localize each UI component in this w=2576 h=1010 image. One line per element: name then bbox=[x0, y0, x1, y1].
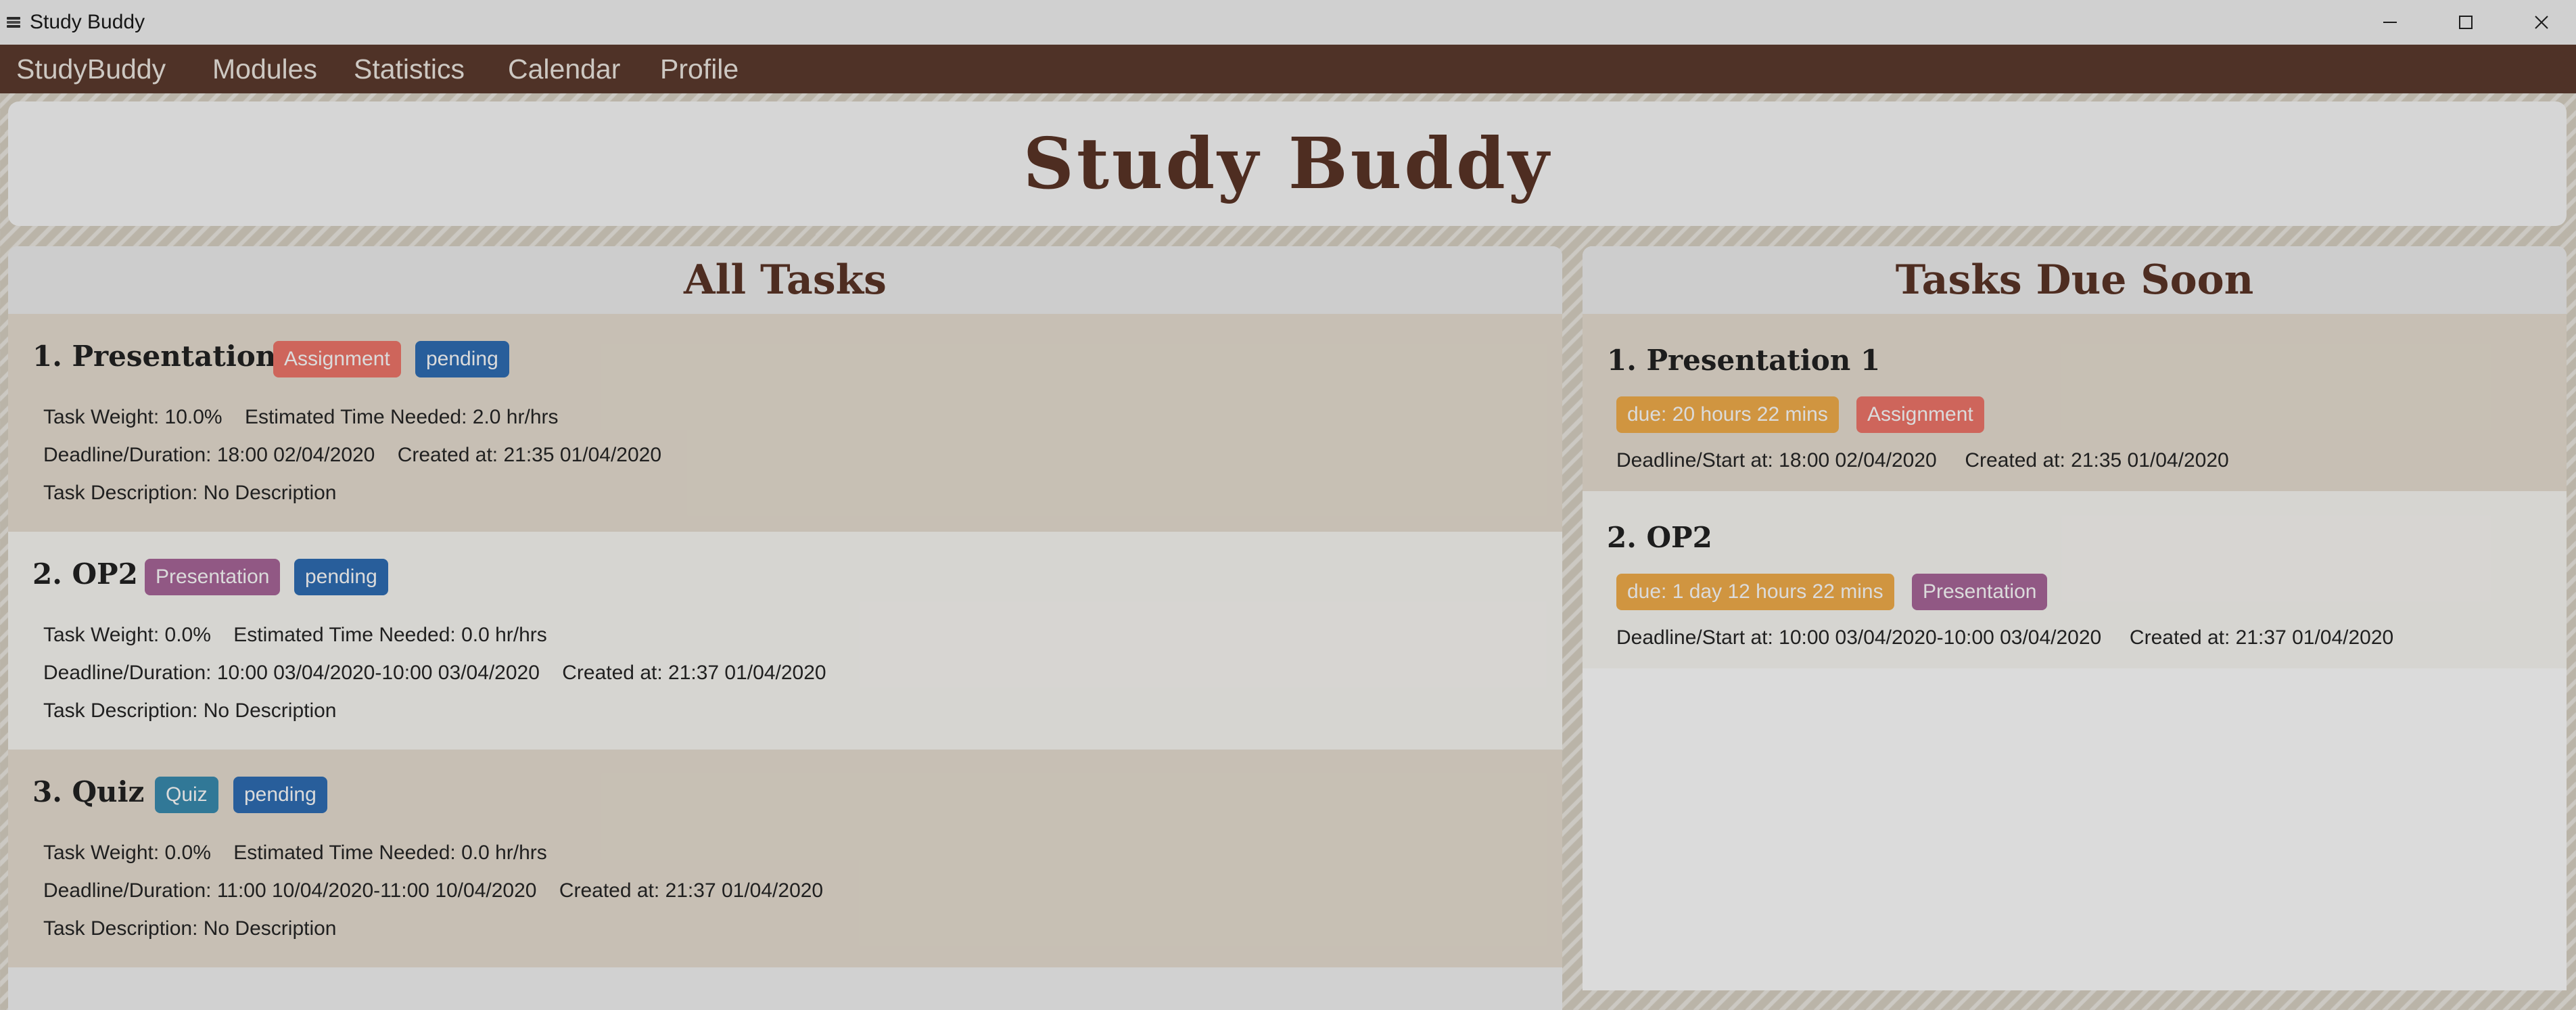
task-deadline-text: Deadline/Duration: 18:00 02/04/2020 bbox=[43, 444, 375, 466]
task-deadline-text: Deadline/Duration: 11:00 10/04/2020-11:0… bbox=[43, 879, 537, 902]
task-status-tag: pending bbox=[294, 559, 388, 595]
task-title: 3. Quiz bbox=[32, 775, 145, 808]
due-soon-panel: Tasks Due Soon 1. Presentation 1 due: 20… bbox=[1583, 246, 2567, 990]
task-status-tag: pending bbox=[233, 777, 327, 813]
maximize-button[interactable] bbox=[2428, 0, 2504, 45]
app-brand-title: Study Buddy bbox=[1023, 122, 1552, 205]
due-type-tag: Presentation bbox=[1912, 574, 2048, 610]
menu-item-statistics[interactable]: Statistics bbox=[354, 51, 465, 87]
task-item[interactable]: 2. OP2 Presentation pending Task Weight:… bbox=[8, 532, 1562, 750]
window-title: Study Buddy bbox=[30, 11, 145, 33]
task-description: Task Description: No Description bbox=[43, 699, 337, 722]
due-countdown-tag: due: 1 day 12 hours 22 mins bbox=[1616, 574, 1894, 610]
due-task-deadline: Deadline/Start at: 18:00 02/04/2020 Crea… bbox=[1616, 449, 2229, 472]
due-deadline-text: Deadline/Start at: 10:00 03/04/2020-10:0… bbox=[1616, 626, 2102, 649]
task-weight: Task Weight: 10.0% Estimated Time Needed… bbox=[43, 406, 559, 429]
due-created-text: Created at: 21:35 01/04/2020 bbox=[1965, 449, 2229, 472]
task-title: 2. OP2 bbox=[32, 557, 138, 591]
due-type-tag: Assignment bbox=[1856, 396, 1984, 433]
task-deadline-text: Deadline/Duration: 10:00 03/04/2020-10:0… bbox=[43, 662, 540, 684]
task-time-text: Estimated Time Needed: 2.0 hr/hrs bbox=[244, 406, 559, 428]
task-type-tag: Presentation bbox=[145, 559, 281, 595]
close-icon bbox=[2535, 16, 2548, 29]
minimize-button[interactable] bbox=[2352, 0, 2428, 45]
due-deadline-text: Deadline/Start at: 18:00 02/04/2020 bbox=[1616, 449, 1937, 472]
all-tasks-heading: All Tasks bbox=[8, 246, 1562, 314]
due-created-text: Created at: 21:37 01/04/2020 bbox=[2129, 626, 2394, 649]
task-time-text: Estimated Time Needed: 0.0 hr/hrs bbox=[233, 624, 547, 646]
task-weight-text: Task Weight: 10.0% bbox=[43, 406, 223, 428]
all-tasks-panel: All Tasks 1. Presentation 1 Assignment p… bbox=[8, 246, 1562, 1010]
menu-item-calendar[interactable]: Calendar bbox=[508, 51, 620, 87]
maximize-icon bbox=[2459, 16, 2473, 29]
task-type-tag: Quiz bbox=[155, 777, 218, 813]
due-task-item[interactable]: 1. Presentation 1 due: 20 hours 22 mins … bbox=[1583, 314, 2567, 491]
task-deadline: Deadline/Duration: 10:00 03/04/2020-10:0… bbox=[43, 662, 826, 685]
menu-item-studybuddy[interactable]: StudyBuddy bbox=[16, 51, 166, 87]
due-task-deadline: Deadline/Start at: 10:00 03/04/2020-10:0… bbox=[1616, 626, 2393, 649]
menu-bar: StudyBuddy Modules Statistics Calendar P… bbox=[0, 45, 2576, 93]
task-weight-text: Task Weight: 0.0% bbox=[43, 624, 211, 646]
due-countdown-tag: due: 20 hours 22 mins bbox=[1616, 396, 1839, 433]
header-banner: Study Buddy bbox=[8, 101, 2567, 226]
task-weight: Task Weight: 0.0% Estimated Time Needed:… bbox=[43, 842, 547, 865]
task-weight-text: Task Weight: 0.0% bbox=[43, 842, 211, 864]
task-item[interactable]: 3. Quiz Quiz pending Task Weight: 0.0% E… bbox=[8, 750, 1562, 967]
task-weight: Task Weight: 0.0% Estimated Time Needed:… bbox=[43, 624, 547, 647]
task-deadline: Deadline/Duration: 18:00 02/04/2020 Crea… bbox=[43, 444, 661, 467]
due-task-item[interactable]: 2. OP2 due: 1 day 12 hours 22 mins Prese… bbox=[1583, 491, 2567, 668]
window-title-bar: Study Buddy bbox=[0, 0, 2576, 45]
task-created-text: Created at: 21:37 01/04/2020 bbox=[562, 662, 826, 684]
task-item[interactable]: 1. Presentation 1 Assignment pending Tas… bbox=[8, 314, 1562, 532]
menu-item-profile[interactable]: Profile bbox=[660, 51, 739, 87]
task-type-tag: Assignment bbox=[273, 341, 401, 377]
task-description: Task Description: No Description bbox=[43, 482, 337, 504]
stack-icon bbox=[7, 17, 20, 28]
minimize-icon bbox=[2383, 22, 2397, 23]
task-created-text: Created at: 21:35 01/04/2020 bbox=[397, 444, 662, 466]
task-status-tag: pending bbox=[415, 341, 509, 377]
close-button[interactable] bbox=[2504, 0, 2576, 45]
due-task-title: 1. Presentation 1 bbox=[1607, 344, 1881, 377]
task-description: Task Description: No Description bbox=[43, 917, 337, 940]
task-title: 1. Presentation 1 bbox=[32, 340, 306, 373]
task-time-text: Estimated Time Needed: 0.0 hr/hrs bbox=[233, 842, 547, 864]
task-deadline: Deadline/Duration: 11:00 10/04/2020-11:0… bbox=[43, 879, 823, 902]
due-task-title: 2. OP2 bbox=[1607, 521, 1712, 554]
due-soon-heading: Tasks Due Soon bbox=[1583, 246, 2567, 314]
task-created-text: Created at: 21:37 01/04/2020 bbox=[559, 879, 824, 902]
menu-item-modules[interactable]: Modules bbox=[212, 51, 317, 87]
